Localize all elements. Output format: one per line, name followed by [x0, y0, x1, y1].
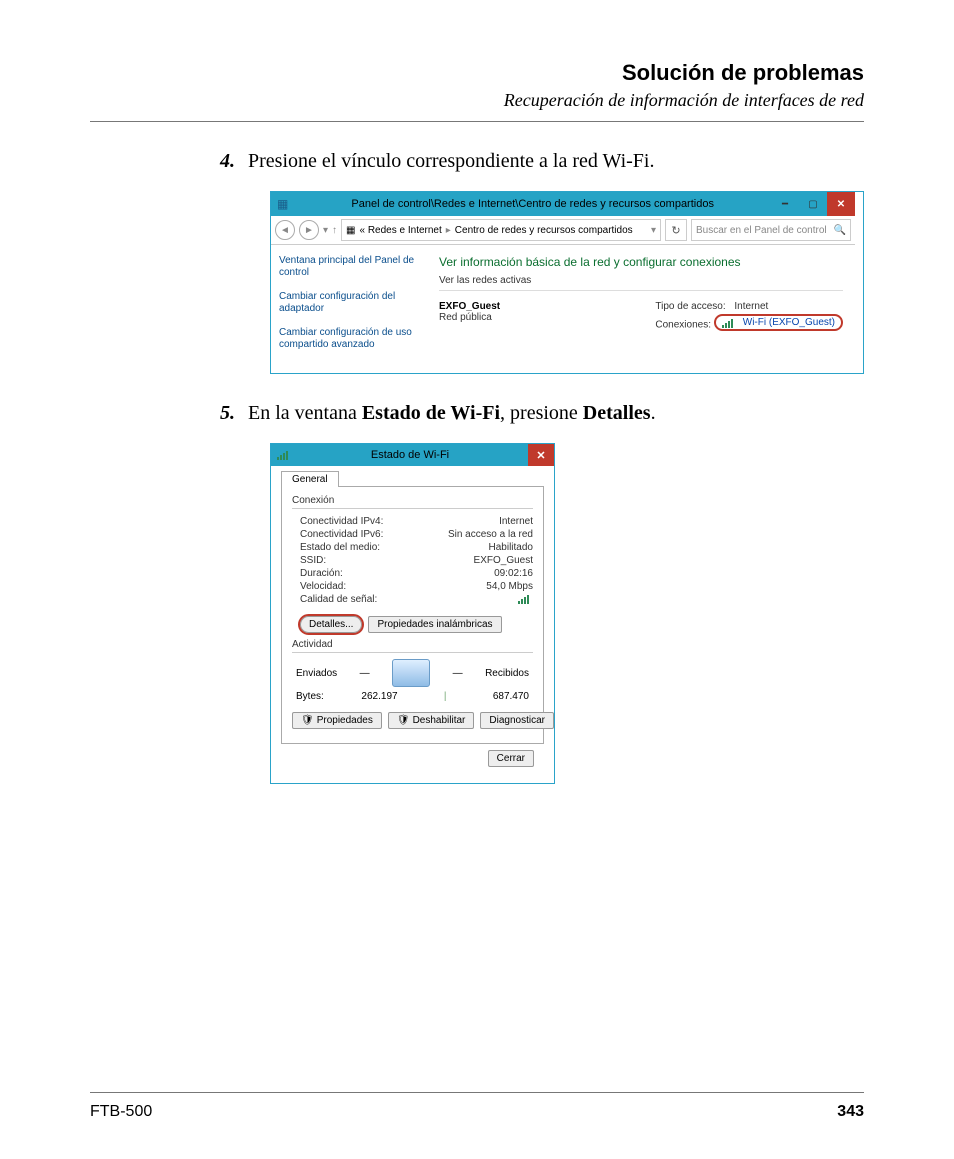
sidebar-link-advanced-sharing[interactable]: Cambiar configuración de uso compartido … [279, 327, 419, 351]
signal-quality-value [518, 594, 533, 607]
tab-general[interactable]: General [281, 471, 339, 487]
page-header-subtitle: Recuperación de información de interface… [90, 90, 864, 111]
footer-model: FTB-500 [90, 1103, 152, 1121]
bytes-sent-value: 262.197 [361, 691, 397, 702]
maximize-button[interactable]: ▢ [799, 192, 827, 216]
minimize-button[interactable]: ━ [771, 192, 799, 216]
signal-quality-label: Calidad de señal: [300, 594, 377, 607]
group-activity-title: Actividad [292, 639, 533, 650]
step-5-text: En la ventana Estado de Wi-Fi, presione … [248, 402, 656, 425]
details-button[interactable]: Detalles... [300, 616, 362, 633]
step-4-number: 4. [220, 150, 248, 173]
bytes-received-value: 687.470 [493, 691, 529, 702]
breadcrumb[interactable]: ▦ « Redes e Internet ▸ Centro de redes y… [341, 219, 661, 241]
sent-label: Enviados [296, 668, 337, 679]
search-icon: 🔍 [834, 225, 846, 236]
disable-button[interactable]: 🛡Deshabilitar [388, 712, 475, 729]
ipv4-value: Internet [499, 516, 533, 527]
nav-back-button[interactable]: ◄ [275, 220, 295, 240]
search-input[interactable]: Buscar en el Panel de control 🔍 [691, 219, 851, 241]
cp-titlebar: ▦ Panel de control\Redes e Internet\Cent… [271, 192, 855, 216]
nav-up-button[interactable]: ↑ [332, 225, 337, 236]
media-state-label: Estado del medio: [300, 542, 380, 553]
group-connection-title: Conexión [292, 495, 533, 506]
ssid-value: EXFO_Guest [474, 555, 533, 566]
media-state-value: Habilitado [489, 542, 533, 553]
signal-bars-icon [518, 594, 530, 604]
page-header-title: Solución de problemas [90, 60, 864, 86]
dialog-title: Estado de Wi-Fi [292, 449, 528, 461]
cp-main-subheading: Ver las redes activas [439, 275, 843, 286]
wifi-connection-text: Wi-Fi (EXFO_Guest) [743, 317, 835, 328]
diagnose-button[interactable]: Diagnosticar [480, 712, 554, 729]
cp-toolbar: ◄ ► ▾ ↑ ▦ « Redes e Internet ▸ Centro de… [271, 216, 855, 245]
shield-icon: 🛡 [301, 715, 314, 726]
header-rule [90, 121, 864, 122]
access-type-value: Internet [734, 301, 768, 312]
breadcrumb-seg-1[interactable]: « Redes e Internet [359, 225, 441, 236]
breadcrumb-sep: ▸ [446, 225, 451, 236]
breadcrumb-dropdown[interactable]: ▾ [651, 225, 656, 236]
duration-label: Duración: [300, 568, 343, 579]
speed-label: Velocidad: [300, 581, 346, 592]
dialog-close-button[interactable]: ✕ [528, 444, 554, 466]
wifi-connection-link[interactable]: Wi-Fi (EXFO_Guest) [714, 314, 843, 331]
cp-sidebar: Ventana principal del Panel de control C… [271, 245, 427, 373]
activity-monitor-icon [392, 659, 430, 687]
step-4: 4. Presione el vínculo correspondiente a… [220, 150, 864, 173]
network-type: Red pública [439, 312, 500, 323]
footer-page-number: 343 [837, 1103, 864, 1121]
received-label: Recibidos [485, 668, 529, 679]
close-dialog-button[interactable]: Cerrar [488, 750, 534, 767]
footer-rule [90, 1092, 864, 1093]
wireless-properties-button[interactable]: Propiedades inalámbricas [368, 616, 501, 633]
access-type-label: Tipo de acceso: [655, 301, 725, 312]
search-placeholder-text: Buscar en el Panel de control [696, 225, 827, 236]
figure-control-panel: ▦ Panel de control\Redes e Internet\Cent… [270, 191, 864, 374]
network-center-icon: ▦ [277, 197, 288, 211]
speed-value: 54,0 Mbps [486, 581, 533, 592]
step-4-text: Presione el vínculo correspondiente a la… [248, 150, 654, 173]
nav-history-dropdown[interactable]: ▾ [323, 225, 328, 236]
step-5: 5. En la ventana Estado de Wi-Fi, presio… [220, 402, 864, 425]
connections-label: Conexiones: [655, 320, 711, 331]
breadcrumb-seg-2[interactable]: Centro de redes y recursos compartidos [455, 225, 633, 236]
figure-wifi-status-dialog: Estado de Wi-Fi ✕ General Conexión Conec… [270, 443, 555, 784]
properties-button[interactable]: 🛡Propiedades [292, 712, 382, 729]
ssid-label: SSID: [300, 555, 326, 566]
duration-value: 09:02:16 [494, 568, 533, 579]
cp-title-text: Panel de control\Redes e Internet\Centro… [294, 198, 771, 210]
sidebar-link-main-panel[interactable]: Ventana principal del Panel de control [279, 255, 419, 279]
network-name[interactable]: EXFO_Guest [439, 301, 500, 312]
dialog-titlebar: Estado de Wi-Fi ✕ [271, 444, 554, 466]
wifi-signal-icon [722, 318, 734, 328]
close-button[interactable]: ✕ [827, 192, 855, 216]
sidebar-link-adapter-settings[interactable]: Cambiar configuración del adaptador [279, 291, 419, 315]
bytes-label: Bytes: [296, 691, 324, 702]
ipv6-label: Conectividad IPv6: [300, 529, 383, 540]
refresh-button[interactable]: ↻ [665, 219, 687, 241]
cp-main-heading: Ver información básica de la red y confi… [439, 255, 843, 269]
cp-divider [439, 290, 843, 291]
breadcrumb-icon: ▦ [346, 225, 355, 236]
ipv6-value: Sin acceso a la red [448, 529, 533, 540]
shield-icon: 🛡 [397, 715, 410, 726]
ipv4-label: Conectividad IPv4: [300, 516, 383, 527]
cp-main-panel: Ver información básica de la red y confi… [427, 245, 855, 373]
nav-forward-button[interactable]: ► [299, 220, 319, 240]
wifi-signal-icon [277, 450, 289, 460]
step-5-number: 5. [220, 402, 248, 425]
